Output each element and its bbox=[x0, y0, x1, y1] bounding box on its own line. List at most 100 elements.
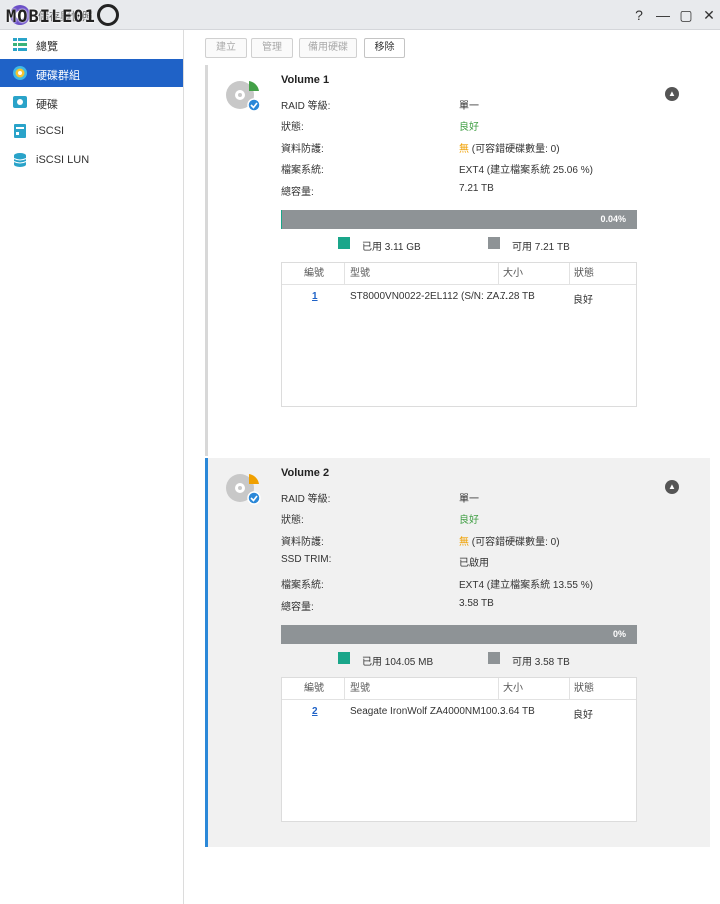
data-protection-label: 資料防護: bbox=[281, 537, 324, 548]
raid-level-label: RAID 等級: bbox=[281, 101, 331, 112]
data-protection-value: 無 (可容錯硬碟數量: 0) bbox=[459, 533, 560, 548]
column-divider bbox=[498, 263, 499, 285]
raid-level-value: 單一 bbox=[459, 101, 479, 112]
column-header-model[interactable]: 型號 bbox=[350, 263, 370, 285]
collapse-toggle[interactable]: ▲ bbox=[665, 480, 679, 494]
volume-panel-2[interactable]: Volume 2 ▲ RAID 等級: 單一 狀態: 良好 資料防護: 無 (可… bbox=[205, 458, 710, 847]
sidebar-item-label: iSCSI LUN bbox=[36, 154, 90, 166]
usage-bar: 0.04% bbox=[281, 210, 637, 229]
mobile01-watermark: MOBILE01 bbox=[6, 4, 119, 27]
help-button[interactable]: ? bbox=[630, 6, 648, 24]
column-header-number[interactable]: 編號 bbox=[304, 263, 324, 285]
disk-table: 編號 型號 大小 狀態 2 Seagate IronWolf ZA4000NM1… bbox=[281, 677, 637, 822]
protection-none-text: 無 bbox=[459, 144, 469, 155]
data-protection-label: 資料防護: bbox=[281, 144, 324, 155]
filesystem-value: EXT4 (建立檔案系統 13.55 %) bbox=[459, 580, 593, 591]
overview-icon bbox=[13, 38, 27, 51]
protection-detail-text: (可容錯硬碟數量: 0) bbox=[469, 144, 560, 155]
protection-detail-text: (可容錯硬碟數量: 0) bbox=[469, 537, 560, 548]
disk-number-link[interactable]: 2 bbox=[312, 706, 318, 717]
total-capacity-value: 7.21 TB bbox=[459, 183, 494, 194]
column-header-status[interactable]: 狀態 bbox=[574, 678, 594, 700]
sidebar-item-label: 硬碟 bbox=[36, 99, 58, 111]
used-legend-swatch bbox=[338, 237, 350, 249]
close-button[interactable]: ✕ bbox=[700, 6, 718, 24]
raid-level-label: RAID 等級: bbox=[281, 494, 331, 505]
filesystem-label: 檔案系統: bbox=[281, 165, 324, 176]
iscsi-lun-icon bbox=[13, 153, 27, 167]
sidebar-item-label: iSCSI bbox=[36, 125, 65, 137]
volume-name: Volume 1 bbox=[281, 74, 330, 86]
column-header-number[interactable]: 編號 bbox=[304, 678, 324, 700]
column-divider bbox=[344, 678, 345, 700]
sidebar: 總覽 硬碟群組 硬碟 iSCSI iSCSI LUN bbox=[0, 30, 184, 904]
data-protection-value: 無 (可容錯硬碟數量: 0) bbox=[459, 140, 560, 155]
status-value: 良好 bbox=[459, 122, 479, 133]
column-header-model[interactable]: 型號 bbox=[350, 678, 370, 700]
disk-group-icon bbox=[13, 66, 27, 80]
usage-bar: 0% bbox=[281, 625, 637, 644]
sidebar-item-overview[interactable]: 總覽 bbox=[0, 30, 183, 58]
column-header-size[interactable]: 大小 bbox=[503, 263, 523, 285]
spare-disk-button[interactable]: 備用硬碟 bbox=[299, 38, 357, 58]
total-capacity-label: 總容量: bbox=[281, 187, 314, 198]
disk-model: Seagate IronWolf ZA4000NM100... bbox=[350, 706, 506, 717]
free-legend-swatch bbox=[488, 237, 500, 249]
used-legend-text: 已用 104.05 MB bbox=[362, 657, 434, 668]
disk-status: 良好 bbox=[573, 295, 593, 306]
watermark-logo-ring bbox=[96, 4, 119, 26]
watermark-text: MOBILE01 bbox=[6, 7, 96, 27]
total-capacity-value: 3.58 TB bbox=[459, 598, 494, 609]
column-header-size[interactable]: 大小 bbox=[503, 678, 523, 700]
used-legend-text: 已用 3.11 GB bbox=[362, 242, 421, 253]
sidebar-item-iscsi-lun[interactable]: iSCSI LUN bbox=[0, 146, 183, 174]
usage-percent: 0.04% bbox=[600, 214, 626, 224]
disk-number-link[interactable]: 1 bbox=[312, 291, 318, 302]
status-label: 狀態: bbox=[281, 515, 304, 526]
collapse-toggle[interactable]: ▲ bbox=[665, 87, 679, 101]
volume-name: Volume 2 bbox=[281, 467, 330, 479]
disk-size: 7.28 TB bbox=[500, 291, 535, 302]
status-value: 良好 bbox=[459, 515, 479, 526]
volume-disk-icon bbox=[226, 474, 261, 505]
sidebar-item-label: 硬碟群組 bbox=[36, 70, 80, 82]
disk-table: 編號 型號 大小 狀態 1 ST8000VN0022-2EL112 (S/N: … bbox=[281, 262, 637, 407]
remove-button[interactable]: 移除 bbox=[364, 38, 405, 58]
column-divider bbox=[569, 678, 570, 700]
filesystem-label: 檔案系統: bbox=[281, 580, 324, 591]
iscsi-icon bbox=[14, 124, 26, 138]
create-button[interactable]: 建立 bbox=[205, 38, 247, 58]
column-divider bbox=[569, 263, 570, 285]
column-divider bbox=[344, 263, 345, 285]
maximize-button[interactable]: ▢ bbox=[677, 6, 695, 24]
chevron-up-icon: ▲ bbox=[668, 482, 676, 491]
free-legend-swatch bbox=[488, 652, 500, 664]
ssd-trim-value: 已啟用 bbox=[459, 558, 489, 569]
disk-size: 3.64 TB bbox=[500, 706, 535, 717]
disk-icon bbox=[13, 96, 27, 108]
column-divider bbox=[498, 678, 499, 700]
usage-percent: 0% bbox=[612, 629, 626, 639]
free-legend-text: 可用 3.58 TB bbox=[512, 657, 570, 668]
sidebar-item-iscsi[interactable]: iSCSI bbox=[0, 117, 183, 145]
sidebar-item-label: 總覽 bbox=[36, 41, 58, 53]
free-legend-text: 可用 7.21 TB bbox=[512, 242, 570, 253]
minimize-button[interactable]: — bbox=[654, 6, 672, 24]
volume-disk-icon bbox=[226, 81, 261, 112]
disk-status: 良好 bbox=[573, 710, 593, 721]
total-capacity-label: 總容量: bbox=[281, 602, 314, 613]
filesystem-value: EXT4 (建立檔案系統 25.06 %) bbox=[459, 165, 593, 176]
chevron-up-icon: ▲ bbox=[668, 89, 676, 98]
raid-level-value: 單一 bbox=[459, 494, 479, 505]
used-legend-swatch bbox=[338, 652, 350, 664]
volume-panel-1[interactable]: Volume 1 ▲ RAID 等級: 單一 狀態: 良好 資料防護: 無 (可… bbox=[205, 65, 710, 456]
sidebar-item-disk[interactable]: 硬碟 bbox=[0, 88, 183, 116]
disk-model: ST8000VN0022-2EL112 (S/N: ZA... bbox=[350, 291, 508, 302]
protection-none-text: 無 bbox=[459, 537, 469, 548]
manage-button[interactable]: 管理 bbox=[251, 38, 293, 58]
sidebar-item-disk-group[interactable]: 硬碟群組 bbox=[0, 59, 183, 87]
ssd-trim-label: SSD TRIM: bbox=[281, 554, 332, 565]
title-bar: 儲存與快照 MOBILE01 ? — ▢ ✕ bbox=[0, 0, 720, 30]
column-header-status[interactable]: 狀態 bbox=[574, 263, 594, 285]
status-label: 狀態: bbox=[281, 122, 304, 133]
